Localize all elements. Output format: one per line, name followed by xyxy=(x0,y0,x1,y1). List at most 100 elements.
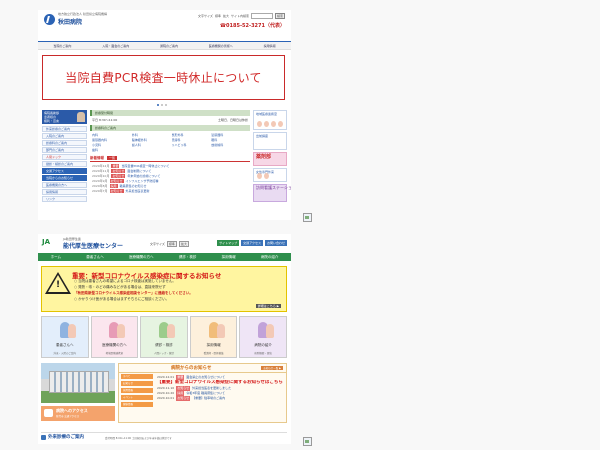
staff-face-icon xyxy=(278,121,283,127)
nav-item[interactable]: 健診・検診 xyxy=(179,255,197,260)
site-header: 地方独立行政法人 秋田県立病院機構 秋田病院 文字サイズ 標準 拡大 サイト内検… xyxy=(38,10,291,40)
dept-link[interactable]: 循環器内科 xyxy=(92,138,129,142)
font-large-button[interactable]: 拡大 xyxy=(223,14,229,18)
dept-link[interactable]: 小児科 xyxy=(92,143,129,147)
font-standard-button[interactable]: 標準 xyxy=(215,14,221,18)
search-input[interactable] xyxy=(250,13,273,19)
font-standard-button[interactable]: 標準 xyxy=(166,241,177,247)
dept-link[interactable]: 泌尿器科 xyxy=(211,133,248,137)
carousel-dots[interactable] xyxy=(157,104,167,106)
category-tile[interactable]: 健診・検診 人間ドック・健診 xyxy=(140,316,188,358)
site-name[interactable]: 能代厚生医療センター xyxy=(63,241,123,250)
sidebar-link[interactable]: 入院のご案内 xyxy=(42,133,87,139)
dept-link[interactable]: リハビリ科 xyxy=(172,143,209,147)
category-tile[interactable]: 採用情報 看護師・医師募集 xyxy=(189,316,238,358)
director-greeting-banner[interactable]: 病院長挨拶 患者様の 権利・宣言 xyxy=(42,110,87,124)
news-list-button[interactable]: お知らせ一覧 ▶ xyxy=(261,366,283,370)
sidebar-link[interactable]: 医療機関の方へ xyxy=(42,182,87,188)
news-link[interactable]: 外来担当医表更新 xyxy=(126,189,150,193)
dept-link[interactable]: 放射線科 xyxy=(211,143,248,147)
right-banner[interactable]: 訪問看護ステーション xyxy=(253,184,291,202)
news-link[interactable]: 【重要】駐車場のご案内 xyxy=(192,396,225,401)
news-tab[interactable]: 健康情報 xyxy=(121,402,153,407)
right-banner-label: 薬剤部 xyxy=(256,154,272,160)
dept-link[interactable]: 整形外科 xyxy=(172,133,209,137)
news-tab[interactable]: お知らせ xyxy=(121,381,153,386)
ja-logo[interactable]: JA xyxy=(42,238,50,246)
news-link[interactable]: 面会制限について xyxy=(127,169,151,173)
sitemap-button[interactable]: サイトマップ xyxy=(217,240,240,246)
pcr-notice-banner[interactable]: 当院自費PCR検査一時休止について xyxy=(42,55,285,100)
news-link[interactable]: 当院自費PCR検査一時休止について xyxy=(121,164,169,168)
sidebar-link[interactable]: 採用情報 xyxy=(42,189,87,195)
news-tab[interactable]: すべて xyxy=(121,374,153,379)
dept-link[interactable]: 脳神経外科 xyxy=(132,138,169,142)
dept-link[interactable]: 皮膚科 xyxy=(172,138,209,142)
alert-line: 「秋田県新型コロナウイルス感染症相談センター」に連絡をしてください。 xyxy=(74,291,193,295)
nav-item[interactable]: 医療機関の方へ xyxy=(129,255,154,260)
category-tile[interactable]: 患者さんへ 外来・入院のご案内 xyxy=(41,316,89,358)
nav-item[interactable]: 患者さんへ xyxy=(86,255,104,260)
nav-item[interactable]: 入院・面会のご案内 xyxy=(102,44,129,48)
staff-face-icon xyxy=(257,173,262,179)
category-caption: 病院概要・理念 xyxy=(254,352,272,355)
sidebar-link[interactable]: 健診・検診のご案内 xyxy=(42,161,87,167)
nav-item[interactable]: 医療機関の皆様へ xyxy=(209,44,233,48)
news-row[interactable]: 2020.10.01 お知らせ 【重要】駐車場のご案内 xyxy=(157,396,283,401)
sidebar-link[interactable]: 交通アクセス xyxy=(42,168,87,174)
sidebar-link[interactable]: 人間ドック xyxy=(42,154,87,160)
right-banner[interactable]: 女性専門外来 xyxy=(253,168,287,182)
outpatient-title[interactable]: 外来診療のご案内 xyxy=(48,434,84,440)
sidebar-link[interactable]: 外来診療のご案内 xyxy=(42,126,87,132)
news-list-tab[interactable]: 一覧 xyxy=(107,156,118,160)
news-tab[interactable]: イベント xyxy=(121,395,153,400)
nav-item[interactable]: 当院のご案内 xyxy=(53,44,71,48)
news-link[interactable]: 職員募集のお知らせ xyxy=(120,184,147,188)
category-caption: 地域医療連携室 xyxy=(105,352,124,355)
sidebar-link[interactable]: リンク xyxy=(42,196,87,202)
access-button[interactable]: 交通アクセス xyxy=(241,240,263,246)
right-banner[interactable]: 出前講座 xyxy=(253,132,287,150)
news-tabs: すべてお知らせ採用情報イベント健康情報 xyxy=(121,374,153,409)
site-name[interactable]: 秋田病院 xyxy=(58,17,82,26)
dept-link[interactable]: 内科 xyxy=(92,133,129,137)
right-banner[interactable]: 薬剤部 xyxy=(253,152,287,166)
news-title: 新着情報 xyxy=(90,155,104,160)
news-row[interactable]: 2020年7月 お知らせ 外来担当医表更新 xyxy=(92,189,250,194)
news-link[interactable]: 年末年始の診療について xyxy=(127,174,160,178)
sidebar-link-label: 外来診療のご案内 xyxy=(46,127,71,131)
dept-link[interactable]: 外科 xyxy=(132,133,169,137)
contact-button[interactable]: お問い合わせ xyxy=(264,240,287,246)
news-list: 2020年12月 重要 当院自費PCR検査一時休止について 2020年11月 お知らせ面… xyxy=(90,164,250,194)
covid-alert-box[interactable]: ! 重要：新型コロナウイルス感染症に関するお知らせ ○ 当院は患者さんの希望によ… xyxy=(41,266,287,312)
news-link[interactable]: インフルエンザ予防接種 xyxy=(126,179,159,183)
carousel-dot[interactable] xyxy=(157,104,159,106)
dept-link[interactable]: 婦人科 xyxy=(132,143,169,147)
right-banner[interactable]: 地域医療連携室 xyxy=(253,110,287,130)
alert-details-button[interactable]: 詳細はこちら ▶ xyxy=(255,304,281,308)
access-banner[interactable]: 病院へのアクセス 能代市 交通アクセス xyxy=(41,406,115,421)
nav-item[interactable]: 採用情報 xyxy=(264,44,276,48)
font-large-button[interactable]: 拡大 xyxy=(178,241,189,247)
category-tile[interactable]: 医療機関の方へ 地域医療連携室 xyxy=(90,316,139,358)
search-button[interactable]: 検索 xyxy=(274,13,285,19)
nav-item[interactable]: ホーム xyxy=(51,255,61,260)
carousel-dot[interactable] xyxy=(165,104,167,106)
sidebar-link[interactable]: 部門のご案内 xyxy=(42,147,87,153)
carousel-dot[interactable] xyxy=(161,104,163,106)
staff-illustration xyxy=(257,121,283,127)
news-tab[interactable]: 採用情報 xyxy=(121,388,153,393)
sidebar-link-label: 診療科のご案内 xyxy=(46,141,68,145)
sidebar-link[interactable]: 診療科のご案内 xyxy=(42,140,87,146)
hospital-logo-icon[interactable] xyxy=(44,14,55,25)
category-tile[interactable]: 病院の紹介 病院概要・理念 xyxy=(239,316,287,358)
dept-link[interactable]: 歯科 xyxy=(92,148,129,152)
news-date: 2020年8月 xyxy=(92,184,108,188)
sidebar-link[interactable]: 当院からのお知らせ xyxy=(42,175,87,181)
dept-link[interactable]: 眼科 xyxy=(211,138,248,142)
nav-item[interactable]: 通院のご案内 xyxy=(160,44,178,48)
category-caption: 外来・入院のご案内 xyxy=(53,352,77,355)
nav-item[interactable]: 採用情報 xyxy=(222,255,236,260)
header-subtitle: 地方独立行政法人 秋田県立病院機構 xyxy=(58,12,107,16)
nav-item[interactable]: 病院の紹介 xyxy=(261,255,279,260)
